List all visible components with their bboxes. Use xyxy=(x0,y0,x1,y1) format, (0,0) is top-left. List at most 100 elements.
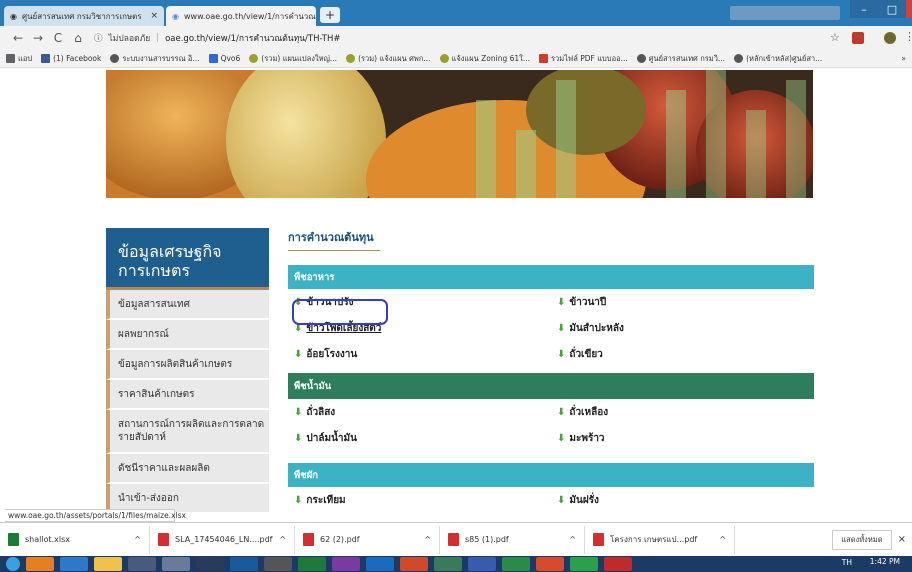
taskbar-app-icon[interactable] xyxy=(94,557,122,571)
reload-button[interactable]: C xyxy=(48,28,68,48)
taskbar-app-icon[interactable] xyxy=(128,557,156,571)
download-icon: ⬇ xyxy=(557,322,566,334)
maximize-button[interactable]: □ xyxy=(878,0,906,18)
taskbar-app-icon[interactable] xyxy=(162,557,190,571)
download-link-potato[interactable]: ⬇ มันฝรั่ง xyxy=(551,493,814,508)
language-indicator[interactable]: TH xyxy=(842,558,852,567)
chevron-up-icon[interactable]: ^ xyxy=(134,535,141,544)
download-link-oil-palm[interactable]: ⬇ ปาล์มน้ำมัน xyxy=(288,431,551,446)
sidebar-item-label: ข้อมูลการผลิตสินค้าเกษตร xyxy=(118,358,233,370)
link-label: กระเทียม xyxy=(306,494,346,506)
tab-srinformation[interactable]: ◉ ศูนย์สารสนเทศ กรมวิชาการเกษตร × xyxy=(4,6,164,26)
arrow-left-icon: ← xyxy=(12,31,24,45)
tab-close-button[interactable]: × xyxy=(150,11,158,21)
bookmark-item[interactable]: (รวม) แจ้งแผน ศพก... xyxy=(346,53,431,65)
sidebar-item-forecast[interactable]: ผลพยากรณ์ xyxy=(106,320,269,350)
bookmark-item[interactable]: (รวม) แผนแปลงใหญ่... xyxy=(249,53,337,65)
section-header-vegetables: พืชผัก xyxy=(288,463,814,487)
chevron-up-icon[interactable]: ^ xyxy=(424,535,431,544)
download-icon: ⬇ xyxy=(557,432,566,444)
forward-button[interactable]: → xyxy=(28,28,48,48)
show-all-downloads-button[interactable]: แสดงทั้งหมด xyxy=(832,529,892,550)
download-link-sugarcane[interactable]: ⬇ อ้อยโรงงาน xyxy=(288,347,551,362)
download-link-peanut[interactable]: ⬇ ถั่วลิสง xyxy=(288,405,551,420)
start-button[interactable] xyxy=(6,557,20,571)
section-header-food-crops: พืชอาหาร xyxy=(288,265,814,289)
extension-icon[interactable] xyxy=(852,32,864,44)
chevron-up-icon[interactable]: ^ xyxy=(569,535,576,544)
download-item[interactable]: 62 (2).pdf ^ xyxy=(295,525,440,554)
apps-icon xyxy=(6,54,15,63)
back-button[interactable]: ← xyxy=(8,28,28,48)
taskbar-app-icon[interactable] xyxy=(298,557,326,571)
taskbar-app-icon[interactable] xyxy=(570,557,598,571)
taskbar-app-icon[interactable] xyxy=(264,557,292,571)
download-link-garlic[interactable]: ⬇ กระเทียม xyxy=(288,493,551,508)
star-icon[interactable]: ☆ xyxy=(830,31,840,44)
download-link-mungbean[interactable]: ⬇ ถั่วเขียว xyxy=(551,347,814,362)
address-bar[interactable]: ⓘ ไม่ปลอดภัย | oae.go.th/view/1/การคำนวณ… xyxy=(94,30,830,46)
sidebar-item-weekly-situation[interactable]: สถานการณ์การผลิตและการตลาดรายสัปดาห์ xyxy=(106,410,269,454)
taskbar-app-icon[interactable] xyxy=(196,557,224,571)
taskbar-app-icon[interactable] xyxy=(366,557,394,571)
taskbar-app-icon[interactable] xyxy=(502,557,530,571)
bookmark-item[interactable]: ระบบงานสารบรรณ อิ... xyxy=(110,53,200,65)
system-clock: 1:42 PM xyxy=(869,557,900,566)
taskbar-app-icon[interactable] xyxy=(26,557,54,571)
link-label: ถั่วลิสง xyxy=(306,406,336,418)
plus-icon: + xyxy=(324,8,336,22)
taskbar-app-icon[interactable] xyxy=(434,557,462,571)
menu-icon[interactable]: ⋮ xyxy=(904,30,912,43)
taskbar-app-icon[interactable] xyxy=(468,557,496,571)
sheet-icon xyxy=(346,54,356,63)
link-label: อ้อยโรงงาน xyxy=(306,348,358,360)
bookmark-item[interactable]: Qvo6 xyxy=(208,54,240,63)
pdf-file-icon xyxy=(158,533,169,546)
sidebar: ข้อมูลเศรษฐกิจ การเกษตร ข้อมูลสารสนเทศ ผ… xyxy=(106,228,269,514)
bookmark-item[interactable]: แจ้งแผน Zoning 61ใ... xyxy=(439,53,530,65)
bookmark-item[interactable]: ศูนย์สารสนเทศ กรมวิ... xyxy=(636,53,725,65)
download-item[interactable]: shallot.xlsx ^ xyxy=(0,525,150,554)
download-link-soybean[interactable]: ⬇ ถั่วเหลือง xyxy=(551,405,814,420)
sidebar-item-label: ข้อมูลสารสนเทศ xyxy=(118,298,190,310)
taskbar-app-icon[interactable] xyxy=(230,557,258,571)
download-icon: ⬇ xyxy=(557,494,566,506)
new-tab-button[interactable]: + xyxy=(320,7,340,23)
sidebar-item-label: ผลพยากรณ์ xyxy=(118,328,169,340)
taskbar-app-icon[interactable] xyxy=(60,557,88,571)
bookmark-item[interactable]: (1) Facebook xyxy=(41,54,101,63)
download-item[interactable]: SLA_17454046_LN....pdf ^ xyxy=(150,525,295,554)
bookmark-label: แจ้งแผน Zoning 61ใ... xyxy=(451,53,530,63)
close-downloads-button[interactable]: × xyxy=(898,534,906,545)
tab-oae[interactable]: ◉ www.oae.go.th/view/1/การคำนวณ × xyxy=(166,6,316,26)
close-window-button[interactable] xyxy=(906,0,912,18)
download-item[interactable]: s85 (1).pdf ^ xyxy=(440,525,585,554)
taskbar-app-icon[interactable] xyxy=(332,557,360,571)
taskbar-app-icon[interactable] xyxy=(400,557,428,571)
sidebar-item-label: สถานการณ์การผลิตและการตลาดรายสัปดาห์ xyxy=(118,419,265,443)
sidebar-item-index[interactable]: ดัชนีราคาและผลผลิต xyxy=(106,454,269,484)
chevron-up-icon[interactable]: ^ xyxy=(719,535,726,544)
profile-icon[interactable] xyxy=(884,32,896,44)
pdf-file-icon xyxy=(303,533,314,546)
bookmark-item[interactable]: รวมไฟล์ PDF แบบออ... xyxy=(538,53,628,65)
globe-icon xyxy=(734,54,744,63)
download-link-coconut[interactable]: ⬇ มะพร้าว xyxy=(551,431,814,446)
sidebar-item-prices[interactable]: ราคาสินค้าเกษตร xyxy=(106,380,269,410)
more-bookmarks-icon[interactable]: » xyxy=(901,54,906,63)
download-link-rice-season[interactable]: ⬇ ข้าวนาปี xyxy=(551,295,814,310)
sidebar-item-production[interactable]: ข้อมูลการผลิตสินค้าเกษตร xyxy=(106,350,269,380)
sidebar-item-information[interactable]: ข้อมูลสารสนเทศ xyxy=(106,290,269,320)
bookmark-item[interactable]: แอป xyxy=(6,53,32,65)
download-filename: shallot.xlsx xyxy=(25,535,71,544)
excel-file-icon xyxy=(8,533,19,546)
chevron-up-icon[interactable]: ^ xyxy=(279,535,286,544)
minimize-button[interactable]: – xyxy=(850,0,878,18)
bookmark-item[interactable]: (หลักเข้าหลัส)ศูนย์สา... xyxy=(734,53,822,65)
download-link-cassava[interactable]: ⬇ มันสำปะหลัง xyxy=(551,321,814,336)
home-button[interactable]: ⌂ xyxy=(68,28,88,48)
taskbar-app-icon[interactable] xyxy=(604,557,632,571)
download-filename: s85 (1).pdf xyxy=(465,535,509,544)
taskbar-app-icon[interactable] xyxy=(536,557,564,571)
download-item[interactable]: โครงการ เกษตรแป...pdf ^ xyxy=(585,525,735,554)
